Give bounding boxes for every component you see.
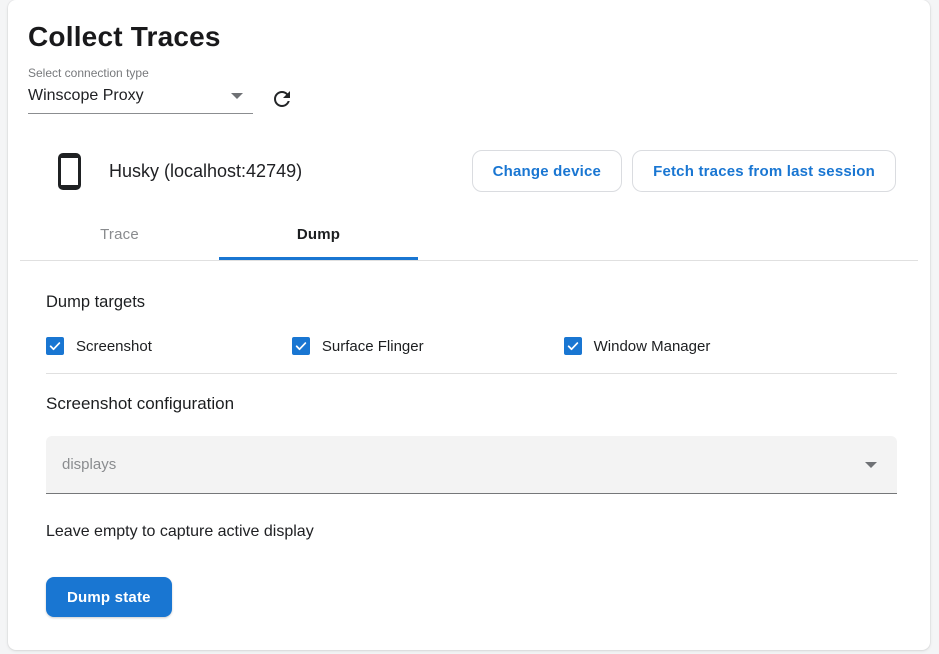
checkbox-label: Window Manager [594, 338, 711, 355]
dump-targets-row: Screenshot Surface Flinger Window Manage… [46, 337, 897, 355]
tab-trace[interactable]: Trace [20, 209, 219, 260]
checkbox-checked-icon [292, 337, 310, 355]
connected-device-row: Husky (localhost:42749) Change device Fe… [28, 148, 910, 194]
checkbox-checked-icon [46, 337, 64, 355]
displays-placeholder: displays [62, 456, 116, 473]
device-actions: Change device Fetch traces from last ses… [472, 150, 896, 192]
connection-type-value: Winscope Proxy [28, 87, 144, 105]
card-header: Collect Traces Select connection type Wi… [8, 0, 930, 261]
checkbox-window-manager[interactable]: Window Manager [564, 337, 711, 355]
checkbox-surface-flinger[interactable]: Surface Flinger [292, 337, 424, 355]
displays-select-field[interactable]: displays [46, 436, 897, 494]
connection-type-label: Select connection type [28, 66, 910, 80]
connection-row: Winscope Proxy [28, 83, 910, 114]
refresh-button[interactable] [269, 86, 295, 112]
checkbox-screenshot[interactable]: Screenshot [46, 337, 152, 355]
collect-traces-card: Collect Traces Select connection type Wi… [8, 0, 930, 650]
section-divider [46, 373, 897, 374]
change-device-button[interactable]: Change device [472, 150, 622, 192]
checkbox-label: Screenshot [76, 338, 152, 355]
screenshot-config-heading: Screenshot configuration [46, 394, 897, 414]
fetch-last-session-button[interactable]: Fetch traces from last session [632, 150, 896, 192]
dump-tab-panel: Dump targets Screenshot Surface Flinger … [8, 292, 930, 617]
checkbox-label: Surface Flinger [322, 338, 424, 355]
dump-targets-heading: Dump targets [46, 292, 897, 312]
dump-state-button[interactable]: Dump state [46, 577, 172, 617]
connection-type-select[interactable]: Winscope Proxy [28, 83, 253, 114]
smartphone-icon [58, 153, 81, 190]
checkbox-checked-icon [564, 337, 582, 355]
trace-dump-tabs: Trace Dump [20, 209, 918, 261]
tab-dump[interactable]: Dump [219, 209, 418, 260]
chevron-down-icon [865, 462, 877, 468]
page-title: Collect Traces [28, 20, 910, 54]
chevron-down-icon [231, 93, 243, 99]
refresh-icon [270, 87, 294, 111]
field-helper-text: Leave empty to capture active display [46, 523, 897, 541]
device-name: Husky (localhost:42749) [109, 161, 302, 182]
